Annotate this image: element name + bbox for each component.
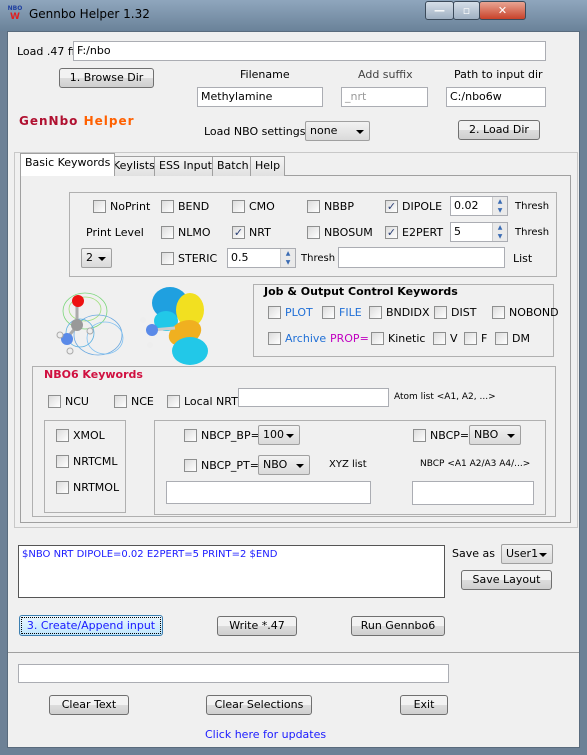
minimize-button[interactable]: —	[425, 1, 454, 20]
close-button[interactable]: ✕	[479, 1, 526, 20]
spin-arrows-icon[interactable]: ▲ ▼	[492, 223, 507, 241]
nbcp-select[interactable]: NBO	[469, 425, 521, 445]
suffix-input[interactable]: _nrt	[341, 87, 428, 107]
thresh-label: Thresh	[515, 201, 550, 212]
write-47-button[interactable]: Write *.47	[217, 616, 297, 636]
steric-thresh-spinner[interactable]: 0.5 ▲ ▼	[227, 248, 296, 268]
tab-basic-keywords[interactable]: Basic Keywords	[20, 153, 116, 176]
chevron-down-icon	[98, 257, 106, 261]
clear-text-button[interactable]: Clear Text	[49, 695, 129, 715]
print-level-select[interactable]: 2	[81, 248, 112, 268]
updates-link[interactable]: Click here for updates	[205, 728, 326, 741]
thresh-label: Thresh	[515, 227, 550, 238]
maximize-button[interactable]: ▫	[453, 1, 480, 20]
tab-help[interactable]: Help	[250, 156, 286, 176]
tab-batch[interactable]: Batch	[212, 156, 254, 176]
path-input[interactable]: C:/nbo6w	[446, 87, 546, 107]
status-field[interactable]	[18, 664, 449, 683]
path-label: Path to input dir	[454, 68, 543, 81]
prop-label: PROP=	[330, 332, 369, 345]
thresh-label: Thresh	[301, 253, 336, 264]
atom-list-label: Atom list <A1, A2, ...>	[394, 392, 496, 402]
molecule-images	[56, 287, 208, 365]
exit-button[interactable]: Exit	[400, 695, 448, 715]
save-as-select[interactable]: User1	[501, 544, 553, 564]
xyz-list-label: XYZ list	[329, 459, 367, 470]
job-group-title: Job & Output Control Keywords	[264, 285, 458, 298]
save-layout-button[interactable]: Save Layout	[461, 570, 552, 590]
nbcp-list-label: NBCP <A1 A2/A3 A4/...>	[420, 459, 531, 469]
nbcp-pt-select[interactable]: NBO	[258, 455, 310, 475]
nbcp-bp-select[interactable]: 100	[258, 425, 300, 445]
xyz-list-input[interactable]	[166, 481, 371, 504]
create-append-input-button[interactable]: 3. Create/Append input	[19, 615, 163, 636]
chevron-down-icon	[286, 434, 294, 438]
dipole-thresh-spinner[interactable]: 0.02 ▲ ▼	[450, 196, 508, 216]
atom-list-input[interactable]	[238, 388, 389, 407]
list-label: List	[513, 252, 533, 265]
steric-list-input[interactable]	[338, 247, 505, 268]
nbo-output-textarea[interactable]: $NBO NRT DIPOLE=0.02 E2PERT=5 PRINT=2 $E…	[18, 545, 445, 598]
filename-label: Filename	[240, 68, 290, 81]
chevron-down-icon	[539, 553, 547, 557]
clear-selections-button[interactable]: Clear Selections	[206, 695, 312, 715]
chevron-down-icon	[507, 434, 515, 438]
app-logo: GenNbo Helper	[19, 114, 135, 128]
nbcp-list-input[interactable]	[412, 481, 534, 505]
window-title: Gennbo Helper 1.32	[29, 7, 150, 21]
filename-input[interactable]: Methylamine	[197, 87, 323, 107]
browse-dir-button[interactable]: 1. Browse Dir	[59, 68, 154, 88]
tab-ess-input[interactable]: ESS Input	[154, 156, 217, 176]
nbo6-title: NBO6 Keywords	[44, 368, 143, 381]
run-gennbo6-button[interactable]: Run Gennbo6	[351, 616, 445, 636]
spin-arrows-icon[interactable]: ▲ ▼	[492, 197, 507, 215]
separator	[8, 652, 579, 653]
e2pert-thresh-spinner[interactable]: 5 ▲ ▼	[450, 222, 508, 242]
load-file-input[interactable]: F:/nbo	[73, 41, 546, 61]
load-dir-button[interactable]: 2. Load Dir	[458, 120, 540, 140]
chevron-down-icon	[296, 464, 304, 468]
chevron-down-icon	[356, 130, 364, 134]
app-icon: NBO W	[7, 5, 23, 22]
tab-keylists[interactable]: Keylists	[108, 156, 160, 176]
spin-arrows-icon[interactable]: ▲ ▼	[280, 249, 295, 267]
save-as-label: Save as	[452, 547, 495, 560]
title-bar: NBO W Gennbo Helper 1.32 — ▫ ✕	[0, 0, 587, 31]
suffix-label: Add suffix	[358, 68, 413, 81]
load-settings-select[interactable]: none	[305, 121, 370, 141]
load-settings-label: Load NBO settings	[204, 125, 306, 138]
print-level-label: Print Level	[86, 226, 144, 239]
